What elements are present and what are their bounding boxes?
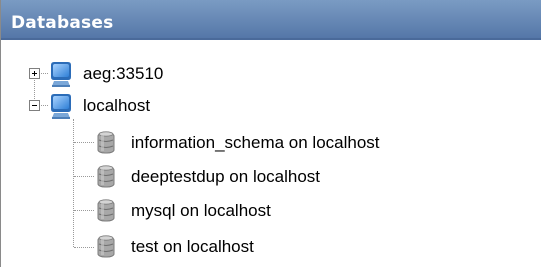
tree-node-server[interactable]: localhost	[1, 90, 541, 122]
tree-connector	[41, 73, 48, 74]
panel-header: Databases	[1, 0, 541, 40]
tree-connector	[74, 176, 94, 177]
tree-node-database[interactable]: information_schema on localhost	[1, 127, 541, 159]
server-icon	[48, 92, 74, 120]
database-tree[interactable]: aeg:33510 localhost information_schema o…	[1, 40, 541, 267]
databases-panel: Databases aeg:33510 localhost informatio…	[0, 0, 541, 267]
database-label[interactable]: deeptestdup on localhost	[131, 167, 320, 187]
collapse-toggle[interactable]	[29, 100, 40, 111]
panel-title: Databases	[11, 13, 114, 33]
expand-toggle[interactable]	[29, 68, 40, 79]
tree-node-server[interactable]: aeg:33510	[1, 58, 541, 90]
tree-connector	[74, 142, 94, 143]
database-icon	[95, 164, 117, 190]
database-label[interactable]: test on localhost	[131, 237, 254, 257]
tree-node-database[interactable]: test on localhost	[1, 231, 541, 263]
server-label[interactable]: localhost	[83, 96, 150, 116]
server-label[interactable]: aeg:33510	[83, 64, 163, 84]
tree-connector	[41, 105, 48, 106]
database-icon	[95, 234, 117, 260]
server-icon	[48, 60, 74, 88]
database-label[interactable]: information_schema on localhost	[131, 133, 380, 153]
database-icon	[95, 130, 117, 156]
tree-connector	[74, 210, 94, 211]
database-icon	[95, 198, 117, 224]
tree-node-database[interactable]: deeptestdup on localhost	[1, 161, 541, 193]
tree-connector	[74, 247, 94, 248]
database-label[interactable]: mysql on localhost	[131, 201, 271, 221]
tree-node-database[interactable]: mysql on localhost	[1, 195, 541, 227]
